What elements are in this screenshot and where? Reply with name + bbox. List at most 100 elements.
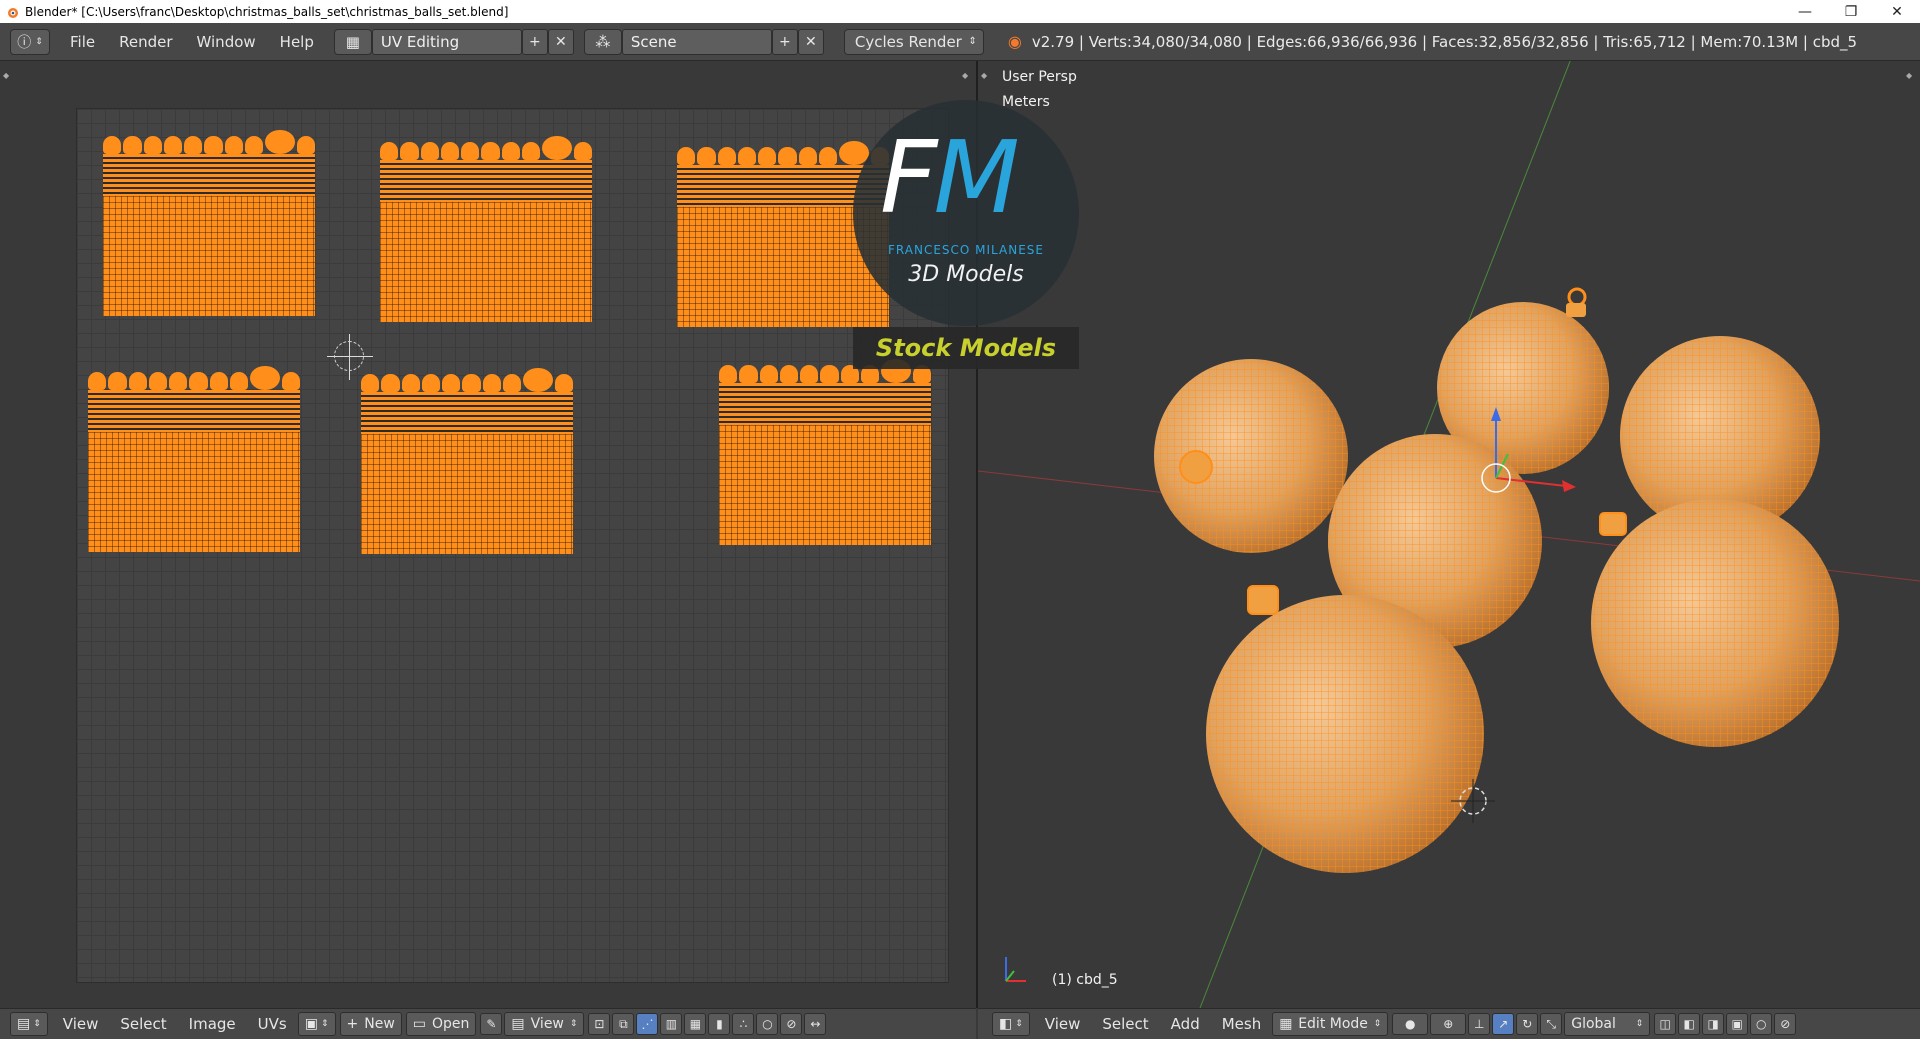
view-mode-dropdown[interactable]: ▤ View ⇕ — [504, 1012, 585, 1036]
uv-island[interactable] — [88, 366, 300, 552]
menu-window[interactable]: Window — [185, 33, 268, 51]
info-header: ⓘ ⇕ File Render Window Help ▦ UV Editing… — [0, 23, 1920, 61]
layout-icon: ▦ — [345, 32, 360, 51]
scale-icon[interactable]: ⤡ — [1540, 1013, 1563, 1035]
snap-target-icon[interactable]: ↔ — [804, 1013, 827, 1035]
close-window-button[interactable]: ✕ — [1874, 0, 1920, 23]
screen-layout-field[interactable]: UV Editing — [371, 28, 522, 55]
watermark-m: M — [933, 119, 1020, 236]
menu-help[interactable]: Help — [268, 33, 326, 51]
uv-island[interactable] — [719, 359, 931, 545]
face-select-mode-icon[interactable]: ◨ — [1702, 1013, 1725, 1035]
chevron-updown-icon: ⇕ — [569, 1019, 578, 1029]
menu-image[interactable]: Image — [178, 1015, 247, 1033]
uv-image-editor[interactable]: ◆ ◆ — [0, 61, 976, 1008]
menu-uvs[interactable]: UVs — [247, 1015, 298, 1033]
view-mode-label: View — [530, 1016, 564, 1032]
minimize-button[interactable]: — — [1782, 0, 1828, 23]
info-icon: ⓘ — [17, 34, 32, 51]
menu-view[interactable]: View — [1034, 1015, 1092, 1033]
region-toggle-icon[interactable]: ◆ — [3, 71, 9, 80]
view-mode-icon: ▤ — [511, 1016, 525, 1032]
proportional-edit-icon[interactable]: ○ — [1750, 1013, 1773, 1035]
snap-icon[interactable]: ⊘ — [1774, 1013, 1797, 1035]
sync-selection-icon[interactable]: ⧉ — [612, 1013, 635, 1035]
chevron-updown-icon: ⇕ — [1635, 1019, 1644, 1029]
screen-layout-selector[interactable]: ▦ — [333, 28, 372, 55]
orientation-label: Global — [1571, 1016, 1616, 1032]
face-select-icon[interactable]: ▦ — [684, 1013, 707, 1035]
edge-select-mode-icon[interactable]: ◧ — [1678, 1013, 1701, 1035]
add-scene-button[interactable]: + — [771, 28, 798, 55]
uv-island[interactable] — [380, 136, 592, 322]
viewport-scene[interactable] — [978, 61, 1920, 1008]
cube-icon: ◧ — [999, 1016, 1013, 1032]
sticky-mode-icon[interactable]: ∴ — [732, 1013, 755, 1035]
scene-field[interactable]: Scene — [621, 28, 772, 55]
viewport-header: ◧ ⇕ View Select Add Mesh ▦ Edit Mode ⇕ ● ⊕ … — [978, 1008, 1920, 1039]
interaction-mode-dropdown[interactable]: ▦ Edit Mode ⇕ — [1272, 1012, 1389, 1036]
vertex-select-mode-icon[interactable]: ◫ — [1654, 1013, 1677, 1035]
limit-selection-icon[interactable]: ▣ — [1726, 1013, 1749, 1035]
menu-render[interactable]: Render — [107, 33, 184, 51]
pin-icon[interactable]: ✎ — [480, 1013, 503, 1035]
render-engine-label: Cycles Render — [854, 32, 962, 51]
viewport-shading-icon[interactable]: ● — [1392, 1013, 1429, 1035]
menu-select[interactable]: Select — [109, 1015, 177, 1033]
menu-file[interactable]: File — [58, 33, 107, 51]
chevron-updown-icon: ⇕ — [1015, 1019, 1023, 1029]
add-screen-button[interactable]: + — [521, 28, 548, 55]
close-icon: ✕ — [555, 33, 567, 50]
christmas-ball[interactable] — [1154, 359, 1348, 553]
watermark-banner: Stock Models — [853, 327, 1079, 369]
image-browse-button[interactable]: ▣ ⇕ — [297, 1012, 336, 1036]
scene-selector[interactable]: ⁂ — [583, 28, 622, 55]
edge-select-icon[interactable]: ▥ — [660, 1013, 683, 1035]
open-image-label: Open — [432, 1016, 470, 1032]
render-engine-dropdown[interactable]: Cycles Render ⇕ — [843, 28, 984, 55]
chevron-updown-icon: ⇕ — [33, 1019, 41, 1029]
new-image-button[interactable]: + New — [339, 1012, 402, 1036]
chevron-updown-icon: ⇕ — [35, 36, 43, 47]
plus-icon: + — [529, 33, 541, 50]
uv-grid[interactable] — [76, 108, 949, 983]
uv-island[interactable] — [361, 368, 573, 554]
open-image-button[interactable]: ▭ Open — [405, 1012, 477, 1036]
editor-type-3d-button[interactable]: ◧ ⇕ — [992, 1012, 1030, 1036]
image-editor-icon: ▤ — [17, 1016, 31, 1032]
chevron-updown-icon: ⇕ — [968, 36, 977, 47]
view-axis-icon — [1005, 957, 1026, 982]
editor-type-info-button[interactable]: ⓘ ⇕ — [10, 28, 50, 55]
window-titlebar: Blender* [C:\Users\franc\Desktop\christm… — [0, 0, 1920, 23]
delete-scene-button[interactable]: ✕ — [797, 28, 824, 55]
pivot-point-icon[interactable]: ⊕ — [1430, 1013, 1467, 1035]
watermark-f: F — [880, 119, 937, 236]
pivot-icon[interactable]: ⊡ — [588, 1013, 611, 1035]
delete-screen-button[interactable]: ✕ — [547, 28, 574, 55]
menu-mesh[interactable]: Mesh — [1211, 1015, 1273, 1033]
manipulator-toggle-icon[interactable]: ⊥ — [1468, 1013, 1491, 1035]
scene-statistics: v2.79 | Verts:34,080/34,080 | Edges:66,9… — [1031, 32, 1858, 51]
editor-type-uv-button[interactable]: ▤ ⇕ — [10, 1012, 48, 1036]
menu-add[interactable]: Add — [1160, 1015, 1211, 1033]
rotate-icon[interactable]: ↻ — [1516, 1013, 1539, 1035]
christmas-ball[interactable] — [1591, 499, 1839, 747]
vertex-select-icon[interactable]: ⋰ — [636, 1013, 659, 1035]
plus-icon: + — [346, 1016, 359, 1032]
translate-icon[interactable]: ↗ — [1492, 1013, 1515, 1035]
edit-mode-icon: ▦ — [1279, 1016, 1293, 1032]
window-title: Blender* [C:\Users\franc\Desktop\christm… — [25, 4, 509, 19]
uv-island[interactable] — [103, 130, 315, 316]
3d-viewport[interactable]: User Persp Meters ◆ ◆ (1) cbd_5 — [978, 61, 1920, 1008]
proportional-edit-icon[interactable]: ○ — [756, 1013, 779, 1035]
snap-icon[interactable]: ⊘ — [780, 1013, 803, 1035]
region-toggle-icon[interactable]: ◆ — [962, 71, 968, 80]
island-select-icon[interactable]: ▮ — [708, 1013, 731, 1035]
menu-select[interactable]: Select — [1091, 1015, 1159, 1033]
restore-button[interactable]: ❐ — [1828, 0, 1874, 23]
transform-orientation-dropdown[interactable]: Global ⇕ — [1564, 1012, 1651, 1036]
uv-2d-cursor[interactable] — [327, 334, 373, 380]
image-icon: ▣ — [304, 1016, 318, 1032]
blender-logo-icon — [8, 7, 18, 18]
menu-view[interactable]: View — [52, 1015, 110, 1033]
